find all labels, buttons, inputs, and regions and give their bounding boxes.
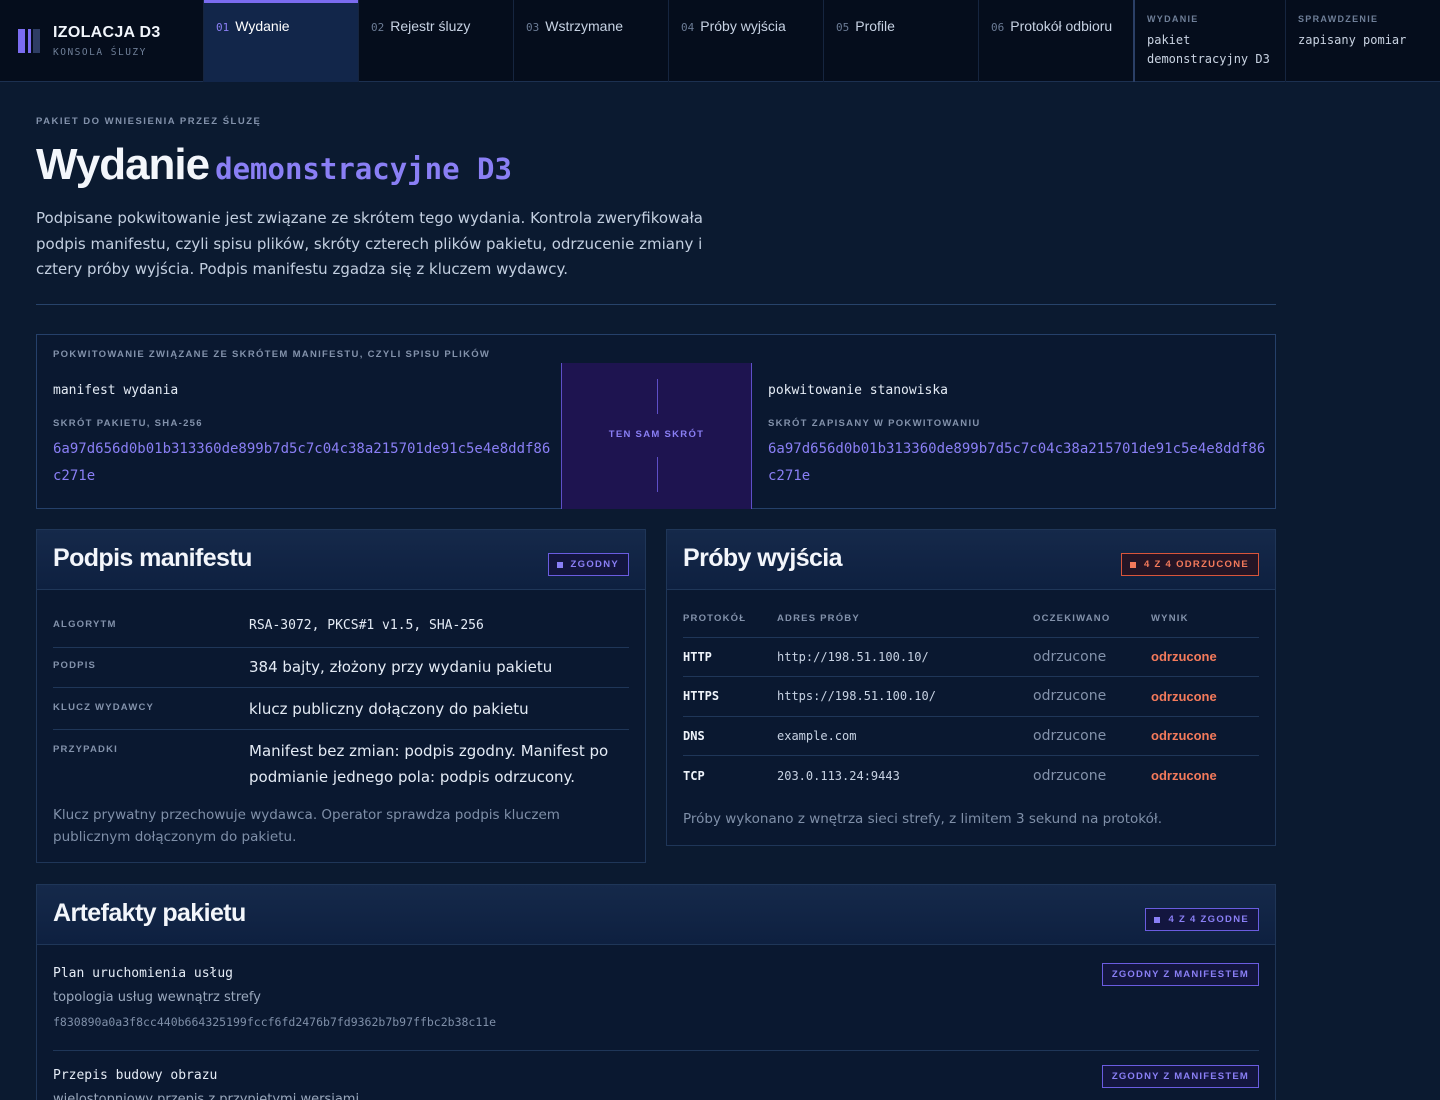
tab-number: 02 [371,21,385,34]
divider [36,304,1276,305]
meta-value: zapisany pomiar [1298,33,1407,47]
status-square-icon [556,561,563,568]
tab-label: Profile [855,18,895,34]
tab-label: Rejestr śluzy [390,18,471,34]
tab-rejestr-sluzy[interactable]: 02 Rejestr śluzy [358,0,513,82]
tab-proby-wyjscia[interactable]: 04 Próby wyjścia [668,0,823,82]
same-hash-label: TEN SAM SKRÓT [608,429,705,440]
table-header-row: PROTOKÓŁ ADRES PRÓBY OCZEKIWANO WYNIK [683,613,1259,638]
meta-key: WYDANIE [1147,14,1199,24]
probes-title: Próby wyjścia [683,544,843,572]
page-eyebrow: PAKIET DO WNIESIENIA PRZEZ ŚLUZĘ [36,116,262,127]
probes-status-badge: 4 Z 4 ODRZUCONE [1120,553,1259,576]
meta-release: WYDANIE pakiet demonstracyjny D3 [1133,0,1285,82]
receipt-manifest-hash[interactable]: 6a97d656d0b01b313360de899b7d5c7c04c38a21… [53,436,553,490]
status-square-icon [1129,561,1136,568]
page-lead: Podpisane pokwitowanie jest związane ze … [36,209,703,278]
receipt-manifest: manifest wydania SKRÓT PAKIETU, SHA-256 … [53,383,553,490]
artifact-description: topologia usług wewnątrz strefy [53,990,261,1005]
signature-row: ALGORYTM RSA-3072, PKCS#1 v1.5, SHA-256 [53,608,629,648]
signature-details: ALGORYTM RSA-3072, PKCS#1 v1.5, SHA-256 … [53,608,629,794]
tab-protokol-odbioru[interactable]: 06 Protokół odbioru [978,0,1133,82]
page-title-mono: demonstracyjne D3 [215,152,512,186]
airlock-logo-icon [18,29,40,53]
artifact-name: Przepis budowy obrazu [53,1068,218,1083]
artifact-status-tag: ZGODNY Z MANIFESTEM [1101,1065,1259,1088]
receipt-manifest-key: SKRÓT PAKIETU, SHA-256 [53,418,203,429]
receipt-manifest-name: manifest wydania [53,383,179,398]
meta-key: SPRAWDZENIE [1298,14,1379,24]
tab-label: Protokół odbioru [1010,18,1113,34]
tab-number: 05 [836,21,850,34]
receipt-station-hash[interactable]: 6a97d656d0b01b313360de899b7d5c7c04c38a21… [768,436,1268,490]
brand[interactable]: IZOLACJA D3 KONSOLA ŚLUZY [0,0,203,82]
tab-number: 04 [681,21,695,34]
signature-title: Podpis manifestu [53,544,252,572]
table-row[interactable]: HTTPS https://198.51.100.10/ odrzucone o… [683,676,1259,717]
receipt-station: pokwitowanie stanowiska SKRÓT ZAPISANY W… [768,383,1268,490]
brand-subtitle: KONSOLA ŚLUZY [53,47,147,58]
receipt-panel: POKWITOWANIE ZWIĄZANE ZE SKRÓTEM MANIFES… [36,334,1276,509]
tab-wstrzymane[interactable]: 03 Wstrzymane [513,0,668,82]
tab-wydanie[interactable]: 01 Wydanie [203,0,358,82]
signature-row: KLUCZ WYDAWCY klucz publiczny dołączony … [53,688,629,730]
top-bar: IZOLACJA D3 KONSOLA ŚLUZY 01 Wydanie 02 Re… [0,0,1440,82]
table-row[interactable]: HTTP http://198.51.100.10/ odrzucone odr… [683,637,1259,677]
page-title-main: Wydanie [36,140,210,189]
signature-row: PODPIS 384 bajty, złożony przy wydaniu p… [53,648,629,688]
probes-note: Próby wykonano z wnętrza sieci strefy, z… [683,811,1163,827]
signature-note: Klucz prywatny przechowuje wydawca. Oper… [53,807,560,845]
tab-number: 03 [526,21,540,34]
receipt-heading: POKWITOWANIE ZWIĄZANE ZE SKRÓTEM MANIFES… [53,349,491,360]
same-hash-connector: TEN SAM SKRÓT [561,363,752,509]
signature-status-badge: ZGODNY [547,553,629,576]
artifact-name: Plan uruchomienia usług [53,966,234,981]
artifacts-panel: Artefakty pakietu 4 Z 4 ZGODNE Plan uruc… [36,884,1276,1100]
artifact-hash: f830890a0a3f8cc440b664325199fccf6fd2476b… [53,1015,497,1029]
artifact-status-tag: ZGODNY Z MANIFESTEM [1101,963,1259,986]
receipt-station-key: SKRÓT ZAPISANY W POKWITOWANIU [768,418,981,429]
artifacts-title: Artefakty pakietu [53,899,246,927]
artifacts-status-badge: 4 Z 4 ZGODNE [1145,908,1259,931]
artifact-item[interactable]: Przepis budowy obrazu wielostopniowy prz… [53,1065,1259,1100]
status-square-icon [1154,916,1161,923]
probes-panel: Próby wyjścia 4 Z 4 ODRZUCONE PROTOKÓŁ A… [666,529,1276,846]
divider [53,1050,1259,1051]
table-row[interactable]: DNS example.com odrzucone odrzucone [683,716,1259,756]
tab-label: Wstrzymane [545,18,624,34]
probes-table: PROTOKÓŁ ADRES PRÓBY OCZEKIWANO WYNIK HT… [683,613,1259,795]
tab-label: Wydanie [235,18,290,34]
signature-row: PRZYPADKI Manifest bez zmian: podpis zgo… [53,742,609,786]
meta-check: SPRAWDZENIE zapisany pomiar [1285,0,1437,82]
meta-value: pakiet demonstracyjny D3 [1147,33,1270,66]
artifact-item[interactable]: Plan uruchomienia usług topologia usług … [53,963,1259,1029]
receipt-station-name: pokwitowanie stanowiska [768,383,949,398]
signature-panel: Podpis manifestu ZGODNY ALGORYTM RSA-307… [36,529,646,863]
tab-profile[interactable]: 05 Profile [823,0,978,82]
artifact-description: wielostopniowy przepis z przypiętymi wer… [53,1092,360,1100]
tab-number: 01 [216,21,230,34]
table-row[interactable]: TCP 203.0.113.24:9443 odrzucone odrzucon… [683,756,1259,796]
tab-label: Próby wyjścia [700,18,786,34]
page-title: Wydanie demonstracyjne D3 [36,140,512,190]
tab-number: 06 [991,21,1005,34]
brand-title: IZOLACJA D3 [53,24,161,41]
